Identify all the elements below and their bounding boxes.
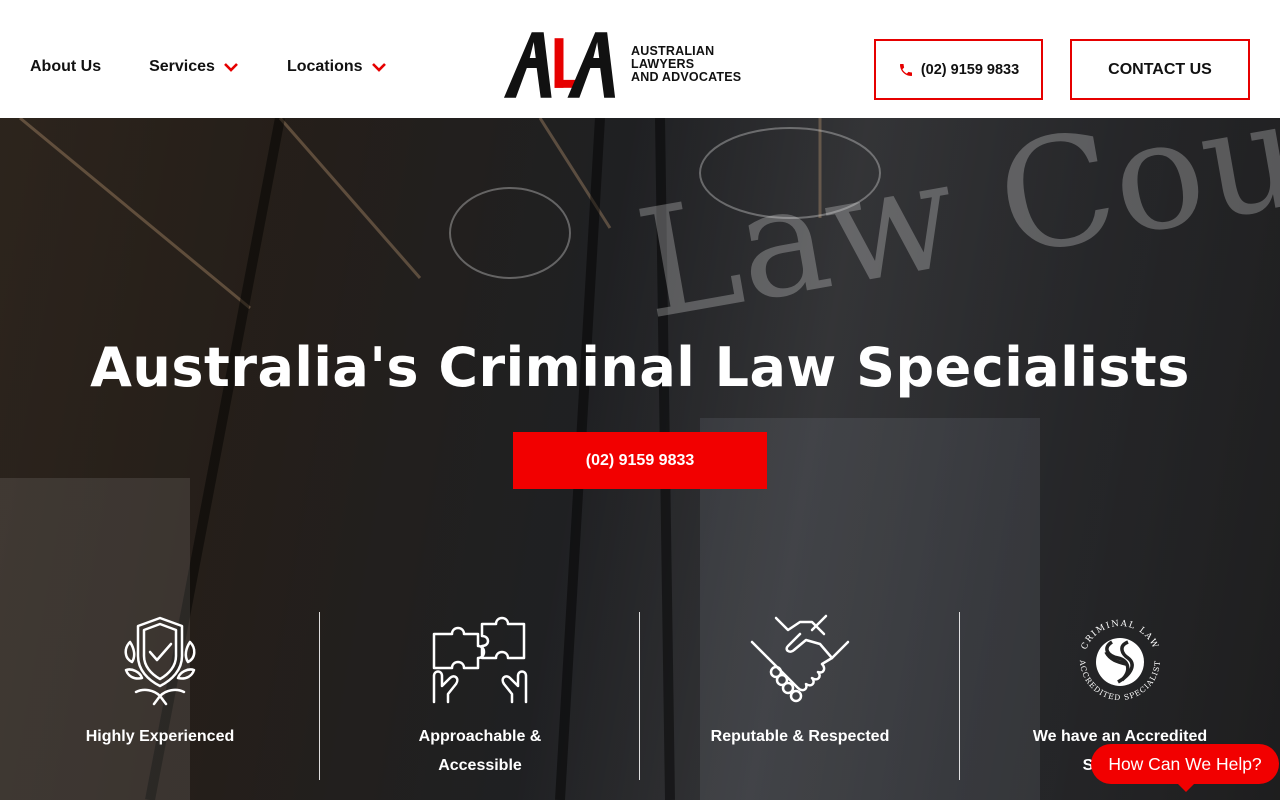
nav-services[interactable]: Services xyxy=(149,58,239,76)
feature-label: Highly Experienced xyxy=(20,722,300,751)
hero-section: Law Courts Australia's Criminal Law Spec… xyxy=(0,118,1280,800)
shield-laurel-icon xyxy=(124,616,196,706)
header-phone-button[interactable]: (02) 9159 9833 xyxy=(874,39,1043,100)
site-logo[interactable]: AUSTRALIAN LAWYERS AND ADVOCATES xyxy=(500,28,780,100)
logo-line-1: AUSTRALIAN LAWYERS xyxy=(631,43,715,71)
logo-mark xyxy=(503,32,616,98)
accredited-specialist-badge-icon: CRIMINAL LAW ACCREDITED SPECIALIST xyxy=(1078,619,1161,702)
contact-us-label: CONTACT US xyxy=(1108,60,1212,78)
feature-label: Reputable & Respected xyxy=(660,722,940,751)
chat-widget-label: How Can We Help? xyxy=(1108,753,1262,774)
chevron-down-icon xyxy=(371,63,386,72)
puzzle-hands-icon xyxy=(432,616,528,704)
feature-highly-experienced: Highly Experienced xyxy=(0,612,320,800)
nav-services-label: Services xyxy=(149,58,215,75)
chevron-down-icon xyxy=(224,63,238,72)
chat-widget-button[interactable]: How Can We Help? xyxy=(1091,744,1279,792)
logo-line-2: AND ADVOCATES xyxy=(631,69,742,84)
hero-title: Australia's Criminal Law Specialists xyxy=(90,336,1190,399)
feature-label-line1: Approachable & xyxy=(418,728,542,745)
nav-locations-label: Locations xyxy=(286,58,363,75)
hero-phone-label: (02) 9159 9833 xyxy=(585,451,695,469)
feature-label-line1: Highly Experienced xyxy=(85,728,235,745)
nav-about-us-label: About Us xyxy=(30,58,102,75)
feature-reputable: Reputable & Respected xyxy=(640,612,960,800)
features-row: Highly Experienced Approachable & Access… xyxy=(0,612,1280,800)
feature-label: Approachable & Accessible xyxy=(340,722,620,780)
nav-about-us[interactable]: About Us xyxy=(30,58,101,76)
handshake-icon xyxy=(750,614,850,703)
feature-approachable: Approachable & Accessible xyxy=(320,612,640,800)
phone-icon xyxy=(899,63,912,76)
main-nav: About Us Services Locations xyxy=(30,58,387,76)
nav-locations[interactable]: Locations xyxy=(287,58,387,76)
contact-us-button[interactable]: CONTACT US xyxy=(1070,39,1250,100)
header-phone-label: (02) 9159 9833 xyxy=(920,61,1020,78)
feature-label-line1: Reputable & Respected xyxy=(710,728,890,745)
svg-text:Law Courts: Law Courts xyxy=(626,118,1280,353)
site-header: About Us Services Locations AUSTRALIAN L… xyxy=(0,0,1280,118)
hero-phone-button[interactable]: (02) 9159 9833 xyxy=(513,432,767,489)
feature-label-line2: Accessible xyxy=(438,757,522,774)
logo-wordmark: AUSTRALIAN LAWYERS AND ADVOCATES xyxy=(631,43,780,84)
